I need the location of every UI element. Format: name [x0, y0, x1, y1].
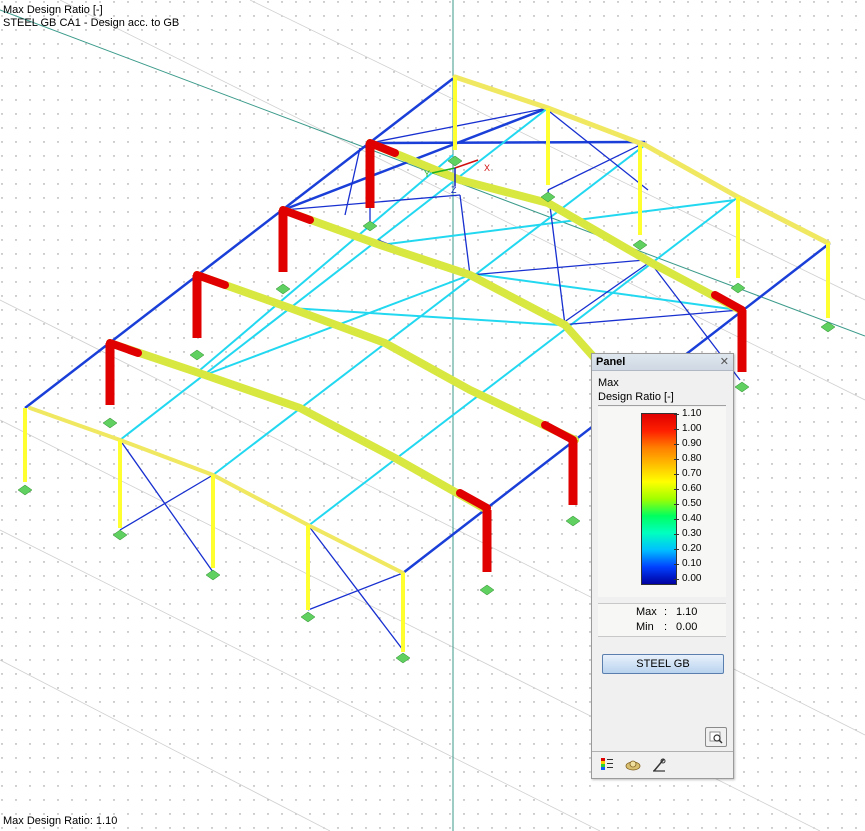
scale-tick: 0.70 — [674, 468, 718, 479]
model-viewport[interactable]: X Y Z — [0, 0, 865, 831]
zoom-icon[interactable] — [705, 727, 727, 747]
panel-tabs — [592, 751, 733, 779]
scale-tick: 0.10 — [674, 558, 718, 569]
scale-tick: 0.50 — [674, 498, 718, 509]
y-axis-label: Y — [424, 169, 431, 179]
display-settings-icon[interactable] — [650, 756, 668, 774]
scale-tick: 1.00 — [674, 423, 718, 434]
background-grid — [0, 0, 865, 831]
scale-tick: 0.90 — [674, 438, 718, 449]
panel-divider — [598, 405, 726, 406]
max-value: 1.10 — [676, 606, 698, 618]
scale-tick: 0.60 — [674, 483, 718, 494]
min-value: 0.00 — [676, 621, 698, 633]
scale-tick: 0.30 — [674, 528, 718, 539]
design-situation-label: STEEL GB CA1 - Design acc. to GB — [3, 17, 180, 29]
panel-result-name: Design Ratio [-] — [598, 391, 674, 403]
max-sep: : — [664, 606, 668, 618]
color-scale-bar — [641, 413, 677, 585]
steel-gb-button[interactable]: STEEL GB — [602, 654, 724, 674]
max-label: Max — [636, 606, 657, 618]
scale-tick: 0.20 — [674, 543, 718, 554]
min-max-summary: Max : 1.10 Min : 0.00 — [598, 603, 726, 637]
scale-tick: 0.00 — [674, 573, 718, 584]
color-scale-icon[interactable] — [598, 756, 616, 774]
panel-title: Panel — [596, 356, 626, 368]
status-summary: Max Design Ratio: 1.10 — [3, 815, 118, 827]
panel-title-bar[interactable]: Panel ✕ — [592, 354, 733, 371]
result-title: Max Design Ratio [-] — [3, 4, 103, 16]
result-values-icon[interactable] — [624, 756, 642, 774]
color-scale[interactable]: 1.10 1.00 0.90 0.80 0.70 0.60 0.50 0.40 … — [598, 407, 726, 597]
scale-tick: 0.40 — [674, 513, 718, 524]
panel-result-type: Max — [598, 377, 619, 389]
close-icon[interactable]: ✕ — [720, 355, 729, 368]
results-panel: Panel ✕ Max Design Ratio [-] 1.10 1.00 0… — [591, 353, 734, 779]
z-axis-label: Z — [451, 185, 457, 195]
scale-tick: 1.10 — [674, 408, 718, 419]
scale-tick: 0.80 — [674, 453, 718, 464]
x-axis-label: X — [484, 163, 491, 173]
min-label: Min — [636, 621, 654, 633]
min-sep: : — [664, 621, 668, 633]
